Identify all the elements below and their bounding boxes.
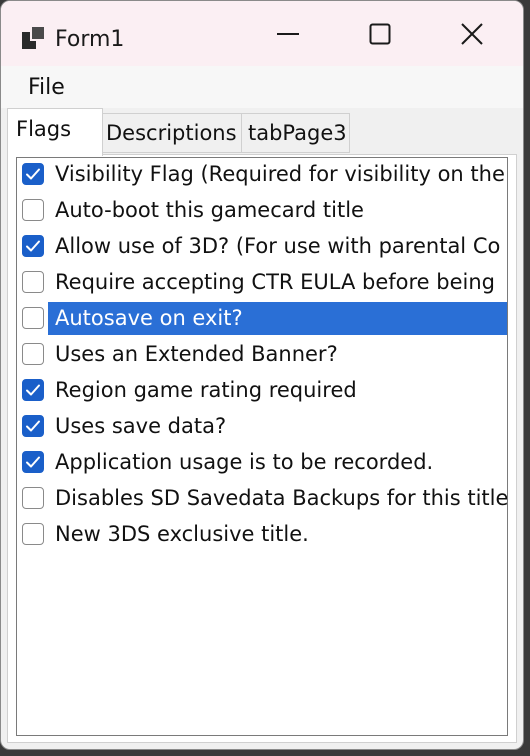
- window-title: Form1: [55, 27, 125, 52]
- flag-checkbox[interactable]: [22, 451, 44, 473]
- flag-label: Uses save data?: [55, 414, 227, 438]
- list-item[interactable]: Region game rating required: [17, 374, 507, 410]
- flag-label: Application usage is to be recorded.: [55, 450, 434, 474]
- list-item[interactable]: Uses save data?: [17, 410, 507, 446]
- app-window-icon: [22, 26, 45, 49]
- list-item[interactable]: Allow use of 3D? (For use with parental …: [17, 230, 507, 266]
- flags-checked-listbox[interactable]: Visibility Flag (Required for visibility…: [16, 157, 508, 736]
- flag-label: Allow use of 3D? (For use with parental …: [55, 234, 501, 258]
- title-bar[interactable]: Form1: [1, 1, 523, 66]
- checkmark-icon: [26, 384, 40, 396]
- list-item[interactable]: New 3DS exclusive title.: [17, 518, 507, 554]
- maximize-icon: [369, 23, 391, 44]
- list-item[interactable]: Disables SD Savedata Backups for this ti…: [17, 482, 507, 518]
- menu-file[interactable]: File: [28, 76, 65, 100]
- list-item[interactable]: Require accepting CTR EULA before being: [17, 266, 507, 302]
- list-item[interactable]: Autosave on exit?: [17, 302, 507, 338]
- flag-checkbox[interactable]: [22, 307, 44, 329]
- checkmark-icon: [26, 456, 40, 468]
- maximize-button[interactable]: [334, 1, 426, 66]
- list-item[interactable]: Application usage is to be recorded.: [17, 446, 507, 482]
- flag-label: Auto-boot this gamecard title: [55, 198, 364, 222]
- flag-label: Autosave on exit?: [55, 306, 243, 330]
- minimize-button[interactable]: [242, 1, 334, 66]
- tab-descriptions[interactable]: Descriptions: [101, 113, 242, 153]
- flag-checkbox[interactable]: [22, 343, 44, 365]
- flag-label: Disables SD Savedata Backups for this ti…: [55, 486, 508, 510]
- list-item[interactable]: Visibility Flag (Required for visibility…: [17, 158, 507, 194]
- close-button[interactable]: [426, 1, 518, 66]
- flag-checkbox[interactable]: [22, 379, 44, 401]
- flag-label: New 3DS exclusive title.: [55, 522, 309, 546]
- flag-checkbox[interactable]: [22, 415, 44, 437]
- flag-checkbox[interactable]: [22, 271, 44, 293]
- form1-window: Form1 File Descriptions tabPage3 Flags V…: [0, 0, 524, 750]
- flag-label: Require accepting CTR EULA before being: [55, 270, 496, 294]
- flag-checkbox[interactable]: [22, 163, 44, 185]
- flag-checkbox[interactable]: [22, 523, 44, 545]
- flag-label: Uses an Extended Banner?: [55, 342, 338, 366]
- minimize-icon: [277, 32, 299, 35]
- close-icon: [461, 22, 483, 45]
- menu-bar: File: [1, 66, 523, 108]
- flag-checkbox[interactable]: [22, 199, 44, 221]
- flag-checkbox[interactable]: [22, 235, 44, 257]
- flag-label: Visibility Flag (Required for visibility…: [55, 162, 505, 186]
- list-item[interactable]: Uses an Extended Banner?: [17, 338, 507, 374]
- list-item[interactable]: Auto-boot this gamecard title: [17, 194, 507, 230]
- flag-checkbox[interactable]: [22, 487, 44, 509]
- checkmark-icon: [26, 420, 40, 432]
- tab-page3[interactable]: tabPage3: [241, 113, 350, 153]
- checkmark-icon: [26, 168, 40, 180]
- flag-label: Region game rating required: [55, 378, 357, 402]
- checkmark-icon: [26, 240, 40, 252]
- tab-flags[interactable]: Flags: [7, 108, 103, 156]
